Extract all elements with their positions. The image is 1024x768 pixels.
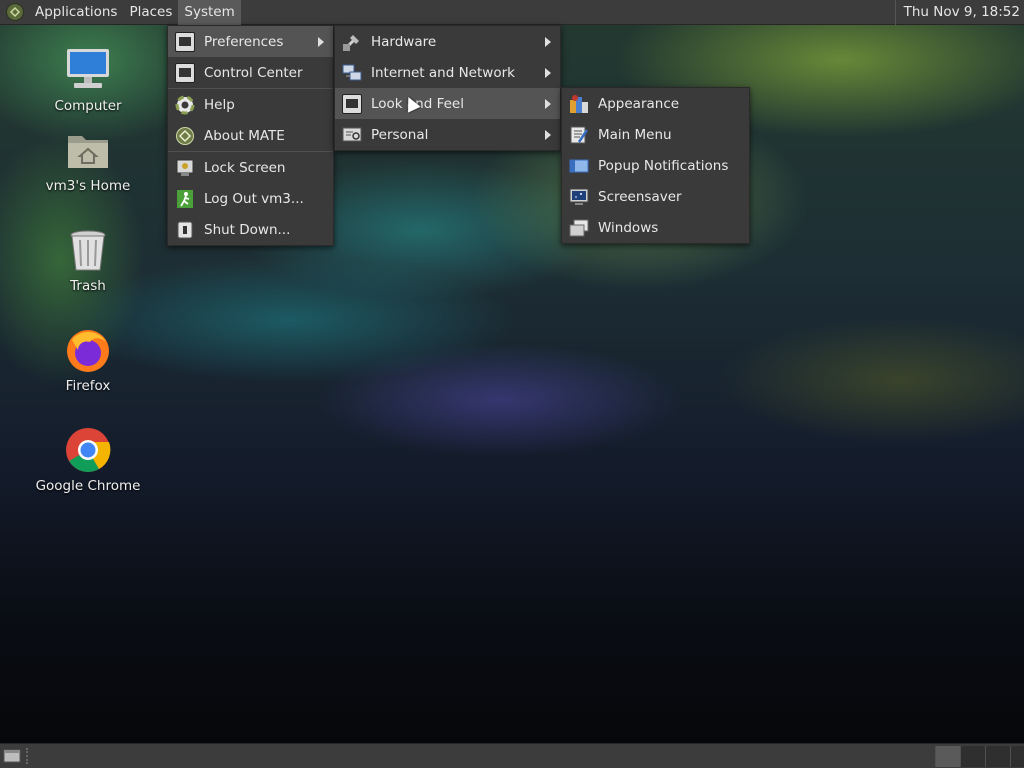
menu-item-appearance[interactable]: Appearance [562, 88, 749, 119]
desktop-icon-home[interactable]: vm3's Home [33, 126, 143, 194]
submenu-arrow-icon [318, 37, 324, 47]
menu-item-popup-notifications[interactable]: Popup Notifications [562, 150, 749, 181]
menu-item-look-and-feel[interactable]: Look and Feel [335, 88, 560, 119]
submenu-arrow-icon [545, 130, 551, 140]
menu-item-windows[interactable]: Windows [562, 212, 749, 243]
notifications-icon [569, 156, 589, 176]
desktop-icon-label: vm3's Home [45, 178, 131, 194]
look-and-feel-submenu: Appearance Main Menu Popup Notifications… [561, 87, 750, 244]
lock-screen-icon [175, 158, 195, 178]
menu-item-hardware[interactable]: Hardware [335, 26, 560, 57]
menu-item-preferences[interactable]: Preferences [168, 26, 333, 57]
system-dropdown-menu: Preferences Control Center Help About MA… [167, 25, 334, 246]
system-menu[interactable]: System [178, 0, 241, 25]
trash-icon [64, 226, 112, 274]
menu-item-label: About MATE [204, 127, 285, 144]
main-menu-icon [569, 125, 589, 145]
menu-item-label: Main Menu [598, 126, 672, 143]
menu-item-label: Personal [371, 126, 429, 143]
menu-item-shut-down[interactable]: Shut Down... [168, 214, 333, 245]
clock[interactable]: Thu Nov 9, 18:52 [894, 0, 1024, 25]
menu-item-label: Shut Down... [204, 221, 291, 238]
places-menu[interactable]: Places [123, 0, 178, 25]
applications-menu[interactable]: Applications [29, 0, 123, 25]
look-and-feel-icon [342, 93, 362, 114]
desktop-icon-trash[interactable]: Trash [33, 226, 143, 294]
desktop-icon-label: Firefox [65, 378, 111, 394]
menu-item-internet-network[interactable]: Internet and Network [335, 57, 560, 88]
submenu-arrow-icon [545, 99, 551, 109]
show-desktop-icon[interactable] [3, 747, 21, 764]
desktop-icon-chrome[interactable]: Google Chrome [33, 426, 143, 494]
chrome-icon [64, 426, 112, 474]
menu-item-label: Log Out vm3... [204, 190, 304, 207]
home-folder-icon [64, 126, 112, 174]
workspace-3[interactable] [985, 746, 1011, 767]
desktop-icon-label: Google Chrome [35, 478, 141, 494]
windows-icon [569, 218, 589, 238]
top-panel: Applications Places System Thu Nov 9, 18… [0, 0, 1024, 25]
hardware-icon [342, 32, 362, 52]
desktop-icon-firefox[interactable]: Firefox [33, 326, 143, 394]
network-icon [342, 63, 362, 83]
logout-icon [175, 189, 195, 209]
mate-logo-icon[interactable] [6, 3, 24, 21]
menu-item-personal[interactable]: Personal [335, 119, 560, 150]
menu-item-help[interactable]: Help [168, 89, 333, 120]
workspace-1[interactable] [935, 746, 961, 767]
menu-item-control-center[interactable]: Control Center [168, 57, 333, 88]
firefox-icon [64, 326, 112, 374]
menu-item-label: Lock Screen [204, 159, 286, 176]
panel-handle[interactable] [26, 748, 32, 764]
desktop-icon-computer[interactable]: Computer [33, 46, 143, 114]
menu-item-label: Help [204, 96, 235, 113]
personal-icon [342, 125, 362, 145]
help-icon [175, 95, 195, 115]
workspace-4[interactable] [1010, 746, 1024, 767]
desktop-icon-label: Computer [54, 98, 122, 114]
menu-item-screensaver[interactable]: Screensaver [562, 181, 749, 212]
menu-item-label: Appearance [598, 95, 680, 112]
shutdown-icon [175, 220, 195, 240]
workspace-2[interactable] [960, 746, 986, 767]
menu-item-label: Hardware [371, 33, 437, 50]
menu-item-label: Popup Notifications [598, 157, 729, 174]
bottom-panel [0, 743, 1024, 768]
menu-item-main-menu[interactable]: Main Menu [562, 119, 749, 150]
submenu-arrow-icon [545, 68, 551, 78]
submenu-arrow-icon [545, 37, 551, 47]
appearance-icon [569, 94, 589, 114]
menu-item-about-mate[interactable]: About MATE [168, 120, 333, 151]
preferences-icon [175, 31, 195, 52]
menu-item-label: Screensaver [598, 188, 682, 205]
preferences-submenu: Hardware Internet and Network Look and F… [334, 25, 561, 151]
screensaver-icon [569, 187, 589, 207]
menu-item-label: Control Center [204, 64, 303, 81]
desktop-icon-label: Trash [70, 278, 106, 294]
menu-item-label: Windows [598, 219, 659, 236]
menu-item-log-out[interactable]: Log Out vm3... [168, 183, 333, 214]
control-center-icon [175, 62, 195, 83]
about-icon [175, 126, 195, 146]
menu-item-label: Internet and Network [371, 64, 515, 81]
computer-icon [64, 46, 112, 94]
menu-item-label: Preferences [204, 33, 284, 50]
menu-item-lock-screen[interactable]: Lock Screen [168, 152, 333, 183]
